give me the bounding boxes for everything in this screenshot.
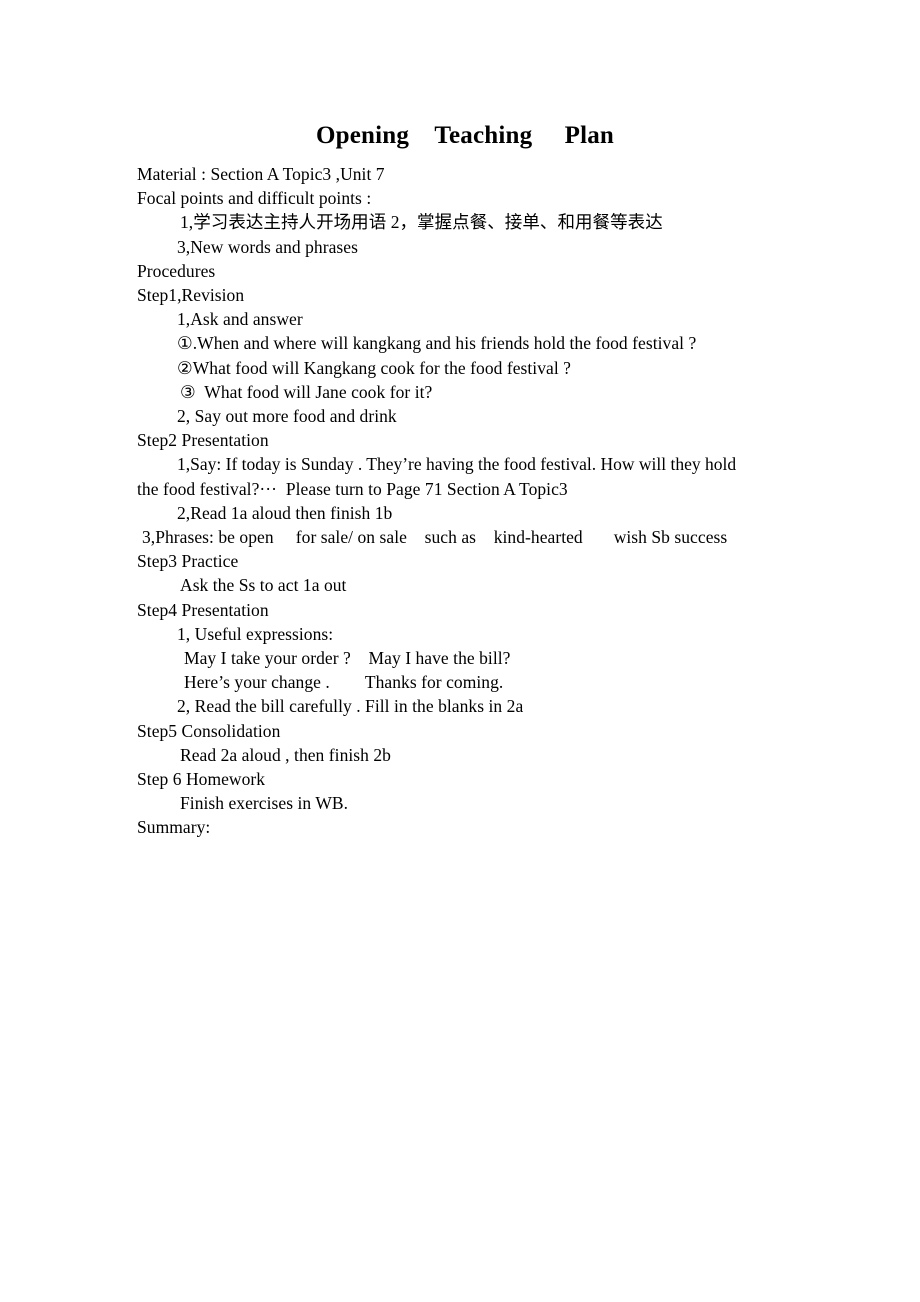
focal-item-1-2: 1,学习表达主持人开场用语 2，掌握点餐、接单、和用餐等表达 xyxy=(180,212,663,233)
lines-before-paragraph: Material : Section A Topic3 ,Unit 7 Focal… xyxy=(137,162,785,452)
step4-item-2: 2, Read the bill carefully . Fill in the… xyxy=(177,696,524,717)
step3-item-1: Ask the Ss to act 1a out xyxy=(180,575,347,596)
step2-item-2: 2,Read 1a aloud then finish 1b xyxy=(177,502,393,523)
procedures: Procedures xyxy=(137,260,216,281)
step4-heading: Step4 Presentation xyxy=(137,599,269,620)
step6-heading: Step 6 Homework xyxy=(137,769,266,790)
focal-points: Focal points and difficult points : xyxy=(137,188,372,209)
step4-item-1: 1, Useful expressions: xyxy=(177,623,334,644)
step6-item-1: Finish exercises in WB. xyxy=(180,793,349,814)
step3-heading: Step3 Practice xyxy=(137,551,239,572)
step2-say-line-1: 1,Say: If today is Sunday . They’re havi… xyxy=(177,454,737,475)
step1-heading: Step1,Revision xyxy=(137,285,245,306)
material: Material : Section A Topic3 ,Unit 7 xyxy=(137,164,385,184)
document-body: Opening Teaching Plan Material : Section… xyxy=(137,118,785,840)
step5-item-1: Read 2a aloud , then finish 2b xyxy=(180,744,391,765)
step2-say-paragraph-tail: the food festival?··· Please turn to Pag… xyxy=(137,478,568,499)
page-title: Opening Teaching Plan xyxy=(315,122,615,149)
expression-1: May I take your order ? May I have the b… xyxy=(184,648,511,669)
step2-heading: Step2 Presentation xyxy=(137,430,269,451)
expression-2: Here’s your change . Thanks for coming. xyxy=(184,672,504,693)
focal-item-3: 3,New words and phrases xyxy=(177,236,358,257)
step2-item-3: 3,Phrases: be open for sale/ on sale suc… xyxy=(142,527,728,548)
question-3: ③ What food will Jane cook for it? xyxy=(180,381,433,402)
summary: Summary: xyxy=(137,817,211,838)
step1-item-2: 2, Say out more food and drink xyxy=(177,406,397,427)
document-page: Opening Teaching Plan Material : Section… xyxy=(0,0,920,1302)
step1-item-1: 1,Ask and answer xyxy=(177,309,303,330)
step2-say-paragraph: 1,Say: If today is Sunday . They’re havi… xyxy=(137,452,782,476)
question-1: ①.When and where will kangkang and his f… xyxy=(177,333,697,354)
question-2: ②What food will Kangkang cook for the fo… xyxy=(177,357,571,378)
lines-after-paragraph: 2,Read 1a aloud then finish 1b 3,Phrases:… xyxy=(137,501,785,840)
step5-heading: Step5 Consolidation xyxy=(137,720,281,741)
